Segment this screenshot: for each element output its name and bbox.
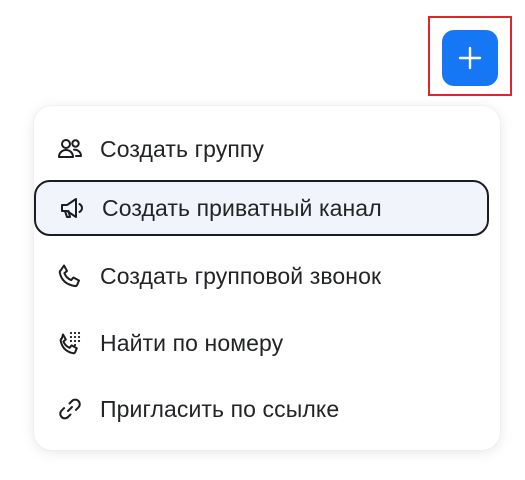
new-chat-button[interactable] (442, 30, 498, 86)
menu-item-invite-by-link[interactable]: Пригласить по ссылке (34, 381, 500, 437)
menu-item-label: Создать группу (100, 135, 265, 162)
link-icon (56, 395, 84, 423)
menu-item-label: Пригласить по ссылке (100, 395, 340, 422)
menu-item-create-group-call[interactable]: Создать групповой звонок (34, 248, 500, 304)
menu-item-label: Создать приватный канал (102, 194, 382, 221)
phone-dialpad-icon (56, 329, 84, 357)
menu-item-label: Найти по номеру (100, 329, 284, 356)
megaphone-icon (58, 194, 86, 222)
menu-item-find-by-number[interactable]: Найти по номеру (34, 315, 500, 371)
menu-item-create-group[interactable]: Создать группу (34, 121, 500, 177)
plus-icon (457, 45, 483, 71)
create-menu: Создать группу Создать приватный канал С… (34, 106, 500, 450)
group-icon (56, 135, 84, 163)
menu-item-label: Создать групповой звонок (100, 262, 382, 289)
menu-item-create-private-channel[interactable]: Создать приватный канал (34, 180, 489, 236)
screen: Создать группу Создать приватный канал С… (0, 0, 525, 480)
phone-icon (56, 262, 84, 290)
